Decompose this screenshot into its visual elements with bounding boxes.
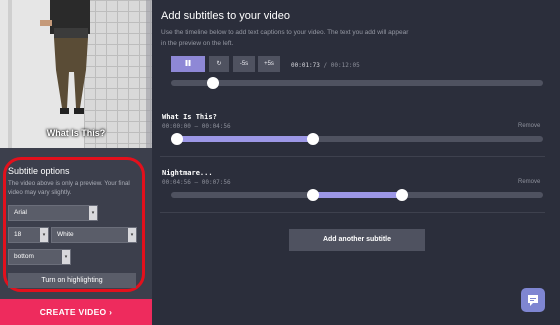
font-select-value: Arial <box>14 209 28 216</box>
chevron-down-icon: ▾ <box>62 250 70 264</box>
size-select-value: 18 <box>14 231 22 238</box>
chevron-down-icon: ▾ <box>128 228 136 242</box>
person-figure <box>40 0 90 114</box>
chevron-down-icon: ▾ <box>89 206 97 220</box>
playhead-track[interactable] <box>171 77 543 89</box>
total-time: 00:12:05 <box>330 62 360 69</box>
chat-bubble-icon <box>528 295 538 306</box>
position-select-value: bottom <box>14 253 34 260</box>
subtitle-1-title[interactable]: What Is This? <box>162 113 217 121</box>
subtitle-1-end-handle[interactable] <box>307 133 319 145</box>
subtitle-1-track <box>171 133 543 145</box>
divider <box>160 212 545 213</box>
left-panel: What Is This? Subtitle options The video… <box>0 0 152 325</box>
subtitle-options-highlight-ring <box>3 157 145 292</box>
current-time: 00:01:73 <box>291 62 320 69</box>
time-readout: 00:01:73 / 00:12:05 <box>291 62 360 69</box>
color-select[interactable]: White ▾ <box>51 227 137 243</box>
position-select[interactable]: bottom ▾ <box>8 249 71 265</box>
chevron-down-icon: ▾ <box>40 228 48 242</box>
divider <box>160 156 545 157</box>
subtitle-1-time: 00:00:00 — 00:04:56 <box>162 123 231 130</box>
playhead-knob[interactable] <box>207 77 219 89</box>
subtitle-options-description: The video above is only a preview. Your … <box>8 180 130 196</box>
replay-icon: ↻ <box>216 61 222 67</box>
wall-edge <box>8 0 12 148</box>
replay-button[interactable]: ↻ <box>209 56 229 72</box>
time-separator: / <box>323 62 328 69</box>
back-5s-button[interactable]: -5s <box>233 56 255 72</box>
subtitle-2-time: 00:04:56 — 00:07:56 <box>162 179 231 186</box>
preview-scrollbar[interactable] <box>146 0 152 148</box>
pause-icon <box>185 60 191 67</box>
font-select[interactable]: Arial ▾ <box>8 205 98 221</box>
subtitle-options-title: Subtitle options <box>8 166 70 176</box>
subtitle-2-remove-link[interactable]: Remove <box>518 179 540 185</box>
page-description: Use the timeline below to add text capti… <box>161 29 409 47</box>
size-select[interactable]: 18 ▾ <box>8 227 49 243</box>
subtitle-1-remove-link[interactable]: Remove <box>518 123 540 129</box>
chat-button[interactable] <box>521 288 545 312</box>
page-title: Add subtitles to your video <box>161 10 291 22</box>
subtitle-2-range-fill <box>313 192 402 198</box>
add-another-subtitle-button[interactable]: Add another subtitle <box>289 229 425 251</box>
turn-on-highlighting-button[interactable]: Turn on highlighting <box>8 273 136 288</box>
subtitle-2-title[interactable]: Nightmare... <box>162 169 213 177</box>
create-video-button[interactable]: CREATE VIDEO › <box>0 299 152 325</box>
subtitle-2-track <box>171 189 543 201</box>
play-pause-button[interactable] <box>171 56 205 72</box>
subtitle-1-start-handle[interactable] <box>171 133 183 145</box>
video-preview[interactable]: What Is This? <box>0 0 152 148</box>
forward-5s-button[interactable]: +5s <box>258 56 280 72</box>
subtitle-2-start-handle[interactable] <box>307 189 319 201</box>
video-caption: What Is This? <box>46 128 106 138</box>
color-select-value: White <box>57 231 74 238</box>
subtitle-2-end-handle[interactable] <box>396 189 408 201</box>
subtitle-1-range-fill <box>177 136 313 142</box>
